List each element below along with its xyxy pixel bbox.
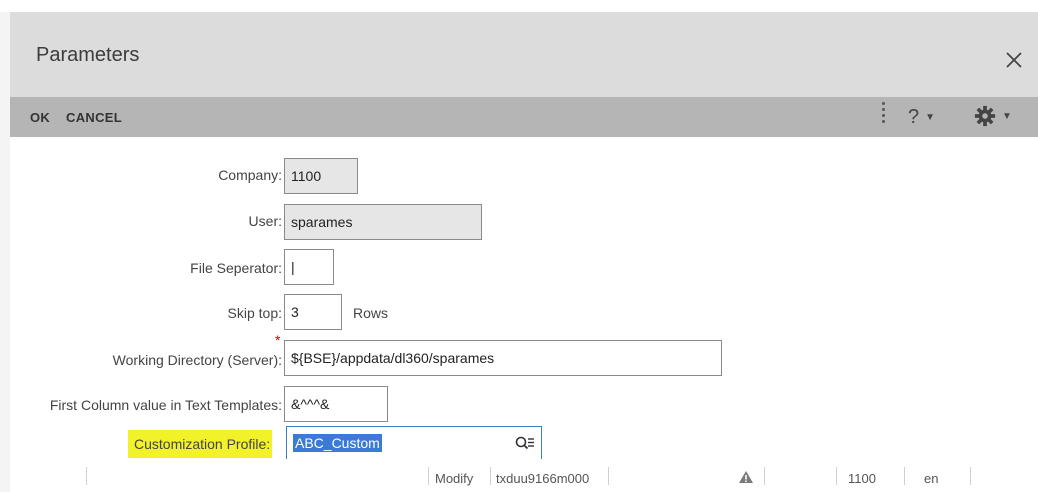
status-bar: Modify txduu9166m000 1100 en — [10, 459, 1038, 492]
file-separator-label: File Seperator: — [190, 260, 282, 276]
working-directory-label: Working Directory (Server): — [112, 352, 282, 368]
kebab-menu-icon[interactable] — [880, 102, 886, 132]
ok-button[interactable]: OK — [30, 110, 50, 125]
skip-top-label: Skip top: — [227, 305, 282, 321]
help-icon: ? — [908, 106, 920, 128]
help-menu-button[interactable]: ? ▼ — [908, 106, 935, 129]
customization-profile-value: ABC_Custom — [293, 434, 382, 452]
status-session: txduu9166m000 — [496, 471, 590, 486]
status-separator — [86, 467, 87, 485]
parameters-dialog: Parameters OK CANCEL ? ▼ ▼ Company: 1100… — [10, 12, 1038, 492]
status-company: 1100 — [848, 471, 876, 486]
customization-profile-label-text: Customization Profile: — [134, 436, 271, 452]
skip-top-field[interactable]: 3 — [284, 294, 342, 330]
status-separator — [428, 467, 429, 485]
status-language: en — [924, 471, 939, 486]
gear-icon — [974, 105, 996, 127]
customization-profile-label: Customization Profile: — [128, 430, 273, 458]
status-separator — [490, 467, 491, 485]
dialog-toolbar: OK CANCEL ? ▼ ▼ — [10, 97, 1038, 137]
settings-menu-button[interactable]: ▼ — [974, 105, 1012, 127]
status-separator — [608, 467, 609, 485]
user-field[interactable]: sparames — [284, 204, 482, 240]
first-column-value-label: First Column value in Text Templates: — [49, 397, 282, 413]
required-marker: * — [275, 332, 281, 348]
status-mode: Modify — [435, 471, 474, 486]
file-separator-field[interactable]: | — [284, 249, 334, 285]
chevron-down-icon: ▼ — [1002, 110, 1012, 122]
status-separator — [970, 467, 971, 485]
chevron-down-icon: ▼ — [925, 112, 936, 124]
working-directory-field[interactable]: ${BSE}/appdata/dl360/sparames — [284, 340, 722, 376]
close-button[interactable] — [1000, 46, 1028, 74]
user-label: User: — [248, 213, 282, 229]
status-separator — [904, 467, 905, 485]
warning-icon[interactable] — [738, 470, 754, 484]
close-icon — [1006, 52, 1022, 68]
dialog-title-bar: Parameters — [10, 12, 1038, 97]
company-label: Company: — [218, 167, 282, 183]
skip-top-unit: Rows — [353, 305, 389, 321]
dialog-title: Parameters — [36, 44, 140, 66]
lookup-icon[interactable] — [515, 436, 535, 452]
customization-profile-field[interactable]: ABC_Custom — [286, 426, 542, 460]
first-column-value-field[interactable]: &^^^& — [284, 386, 388, 422]
cancel-button[interactable]: CANCEL — [66, 110, 122, 125]
company-field[interactable]: 1100 — [284, 158, 358, 194]
status-separator — [764, 467, 765, 485]
status-separator — [836, 467, 837, 485]
